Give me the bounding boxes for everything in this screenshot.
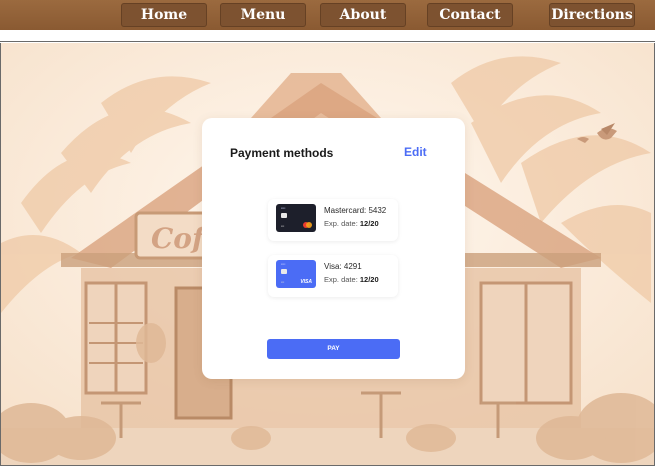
payment-methods-card: Payment methods Edit ▪▪▪▪ ▪▪▪ Mastercard… <box>202 118 465 379</box>
payment-method-mastercard[interactable]: ▪▪▪▪ ▪▪▪ Mastercard: 5432 Exp. date: 12/… <box>268 199 398 241</box>
exp-label: Exp. date: <box>324 275 358 284</box>
edit-button[interactable]: Edit <box>404 145 427 159</box>
visa-card-icon: ▪▪▪▪ ▪▪▪ VISA <box>276 260 316 288</box>
payment-methods-title: Payment methods <box>230 146 334 160</box>
visa-icon: VISA <box>300 279 312 285</box>
exp-value: 12/20 <box>359 275 379 284</box>
nav-about-button[interactable]: About <box>320 3 406 27</box>
card-bank-text: ▪▪▪▪ <box>281 262 286 266</box>
mastercard-card-icon: ▪▪▪▪ ▪▪▪ <box>276 204 316 232</box>
nav-directions-button[interactable]: Directions <box>549 3 635 27</box>
card-bank-text: ▪▪▪▪ <box>281 206 286 210</box>
card-chip-icon <box>281 213 287 218</box>
card-number-dots: ▪▪▪ <box>281 224 285 228</box>
cafe-sign-text: Cof <box>151 222 209 255</box>
exp-label: Exp. date: <box>324 219 358 228</box>
top-nav-bar: Home Menu About Contact Directions <box>0 0 655 30</box>
payment-method-exp: Exp. date: 12/20 <box>324 219 379 228</box>
card-chip-icon <box>281 269 287 274</box>
nav-menu-button[interactable]: Menu <box>220 3 306 27</box>
payment-method-name: Mastercard: 5432 <box>324 206 387 215</box>
payment-method-name: Visa: 4291 <box>324 262 362 271</box>
mastercard-icon <box>303 222 312 228</box>
card-number-dots: ▪▪▪ <box>281 280 285 284</box>
nav-home-button[interactable]: Home <box>121 3 207 27</box>
exp-value: 12/20 <box>359 219 379 228</box>
nav-contact-button[interactable]: Contact <box>427 3 513 27</box>
pay-button[interactable]: PAY <box>267 339 400 359</box>
payment-method-exp: Exp. date: 12/20 <box>324 275 379 284</box>
payment-method-visa[interactable]: ▪▪▪▪ ▪▪▪ VISA Visa: 4291 Exp. date: 12/2… <box>268 255 398 297</box>
nav-divider <box>0 30 655 42</box>
